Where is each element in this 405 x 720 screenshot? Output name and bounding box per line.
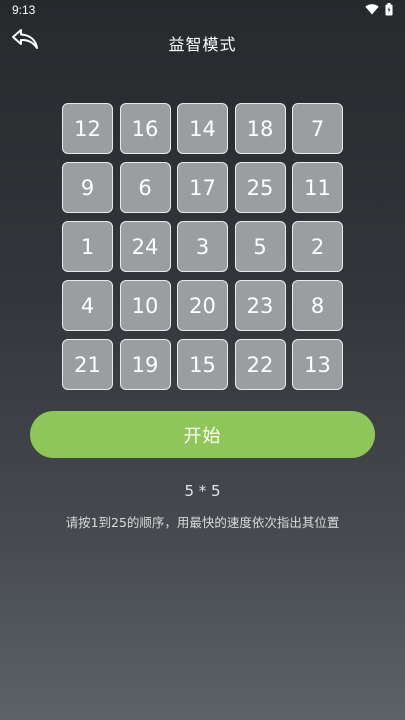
grid-size-label: 5 * 5: [184, 482, 221, 500]
grid-tile[interactable]: 21: [62, 339, 113, 390]
grid-tile[interactable]: 24: [119, 221, 171, 272]
page-title: 益智模式: [168, 35, 237, 54]
grid-tile[interactable]: 8: [292, 280, 343, 331]
grid-tile[interactable]: 20: [177, 280, 228, 331]
wifi-icon: [365, 4, 379, 15]
grid-tile[interactable]: 4: [62, 280, 113, 331]
grid-tile[interactable]: 7: [292, 103, 343, 154]
grid-tile[interactable]: 23: [234, 280, 286, 331]
grid-tile[interactable]: 1: [62, 221, 113, 272]
grid-tile[interactable]: 19: [119, 339, 171, 390]
status-icons: [365, 3, 393, 16]
grid-tile[interactable]: 12: [62, 103, 113, 154]
grid-tile[interactable]: 14: [177, 103, 228, 154]
status-time: 9:13: [12, 3, 36, 17]
grid-tile[interactable]: 18: [234, 103, 286, 154]
grid-tile[interactable]: 5: [234, 221, 286, 272]
grid-tile[interactable]: 16: [119, 103, 171, 154]
start-button[interactable]: 开始: [30, 411, 375, 458]
grid-tile[interactable]: 25: [234, 162, 286, 213]
grid-tile[interactable]: 2: [292, 221, 343, 272]
grid-tile[interactable]: 17: [177, 162, 228, 213]
battery-icon: [385, 3, 393, 16]
grid-tile[interactable]: 22: [234, 339, 286, 390]
status-bar: 9:13: [0, 0, 405, 22]
grid-tile[interactable]: 3: [177, 221, 228, 272]
instructions-text: 请按1到25的顺序，用最快的速度依次指出其位置: [65, 515, 340, 530]
grid-tile[interactable]: 10: [119, 280, 171, 331]
grid-tile[interactable]: 11: [292, 162, 343, 213]
grid-tile[interactable]: 9: [62, 162, 113, 213]
grid-tile[interactable]: 6: [119, 162, 171, 213]
header: 益智模式: [0, 22, 405, 62]
grid-tile[interactable]: 13: [292, 339, 343, 390]
number-grid: 12 16 14 18 7 9 6 17 25 11 1 24 3 5 2 4 10 20 23 8 21 19 15 22 1…: [62, 103, 343, 390]
grid-tile[interactable]: 15: [177, 339, 228, 390]
